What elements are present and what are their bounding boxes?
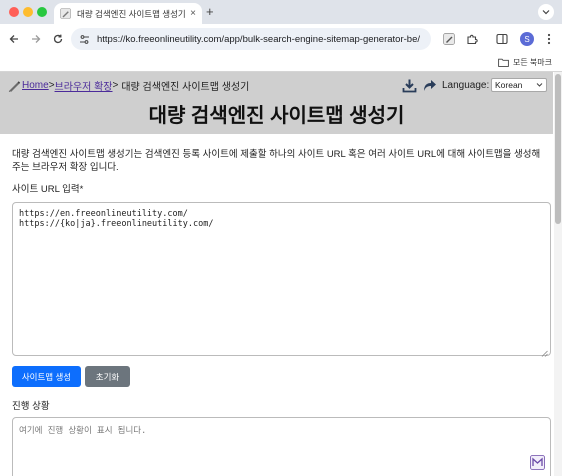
scrollbar-thumb[interactable] [555, 74, 561, 224]
page-header: Home > 브라우저 확장 > 대량 검색엔진 사이트맵 생성기 Langua… [0, 72, 553, 134]
progress-output: 여기에 진행 상황이 표시 됩니다. [12, 417, 551, 476]
url-line: https://{ko|ja}.freeonlineutility.com/ [19, 219, 214, 229]
pencil-logo-icon [8, 79, 21, 92]
extension-pencil-icon[interactable] [441, 31, 457, 47]
page-description: 대량 검색엔진 사이트맵 생성기는 검색엔진 등록 사이트에 제출할 하나의 사… [12, 149, 541, 173]
url-input-label: 사이트 URL 입력* [12, 184, 84, 195]
tab-close-icon[interactable]: × [190, 8, 196, 19]
menu-icon[interactable] [541, 31, 557, 47]
breadcrumb-category-link[interactable]: 브라우저 확장 [55, 78, 113, 93]
breadcrumb: Home > 브라우저 확장 > 대량 검색엔진 사이트맵 생성기 [8, 78, 249, 93]
breadcrumb-home-link[interactable]: Home [22, 80, 49, 91]
reset-button[interactable]: 초기화 [85, 366, 130, 387]
reload-icon[interactable] [50, 31, 66, 47]
site-badge-icon[interactable] [530, 455, 545, 470]
share-icon[interactable] [421, 77, 437, 93]
address-bar[interactable]: https://ko.freeonlineutility.com/app/bul… [71, 28, 431, 50]
maximize-window-button[interactable] [37, 7, 47, 17]
chevron-down-icon [536, 79, 543, 96]
all-bookmarks-label: 모든 북마크 [512, 58, 552, 67]
page-viewport: Home > 브라우저 확장 > 대량 검색엔진 사이트맵 생성기 Langua… [0, 72, 562, 476]
extensions-puzzle-icon[interactable] [464, 31, 480, 47]
language-select[interactable]: Korean [491, 78, 547, 92]
tab-search-icon[interactable] [538, 4, 554, 20]
tab-title: 대량 검색엔진 사이트맵 생성기 - E [77, 8, 186, 19]
back-icon[interactable] [6, 31, 22, 47]
minimize-window-button[interactable] [23, 7, 33, 17]
progress-label: 진행 상황 [12, 401, 50, 412]
url-line: https://en.freeonlineutility.com/ [19, 209, 188, 219]
page-scrollbar[interactable] [554, 72, 562, 476]
browser-tab-active[interactable]: 대량 검색엔진 사이트맵 생성기 - E × [54, 3, 202, 24]
page-title: 대량 검색엔진 사이트맵 생성기 [148, 105, 405, 127]
language-label: Language: [442, 80, 490, 91]
language-select-value: Korean [495, 80, 523, 90]
pencil-favicon-icon [60, 8, 71, 19]
progress-placeholder: 여기에 진행 상황이 표시 됩니다. [19, 426, 147, 436]
breadcrumb-separator: > [112, 80, 119, 91]
profile-avatar[interactable]: S [520, 32, 534, 46]
site-info-icon[interactable] [79, 34, 90, 45]
new-tab-button[interactable]: + [206, 4, 214, 20]
generate-sitemap-button[interactable]: 사이트맵 생성 [12, 366, 81, 387]
all-bookmarks-button[interactable]: 모든 북마크 [498, 57, 552, 68]
tab-strip: 대량 검색엔진 사이트맵 생성기 - E × + [0, 0, 562, 24]
close-window-button[interactable] [9, 7, 19, 17]
forward-icon[interactable] [28, 31, 44, 47]
breadcrumb-current: 대량 검색엔진 사이트맵 생성기 [121, 82, 250, 93]
folder-icon [498, 58, 509, 67]
browser-toolbar: https://ko.freeonlineutility.com/app/bul… [0, 24, 562, 54]
address-url: https://ko.freeonlineutility.com/app/bul… [97, 33, 420, 45]
bookmarks-bar: 모든 북마크 [0, 54, 562, 72]
download-icon[interactable] [401, 77, 417, 93]
sidebar-icon[interactable] [494, 31, 510, 47]
url-textarea[interactable]: https://en.freeonlineutility.com/ https:… [12, 202, 551, 357]
resize-handle-icon[interactable] [541, 346, 548, 357]
